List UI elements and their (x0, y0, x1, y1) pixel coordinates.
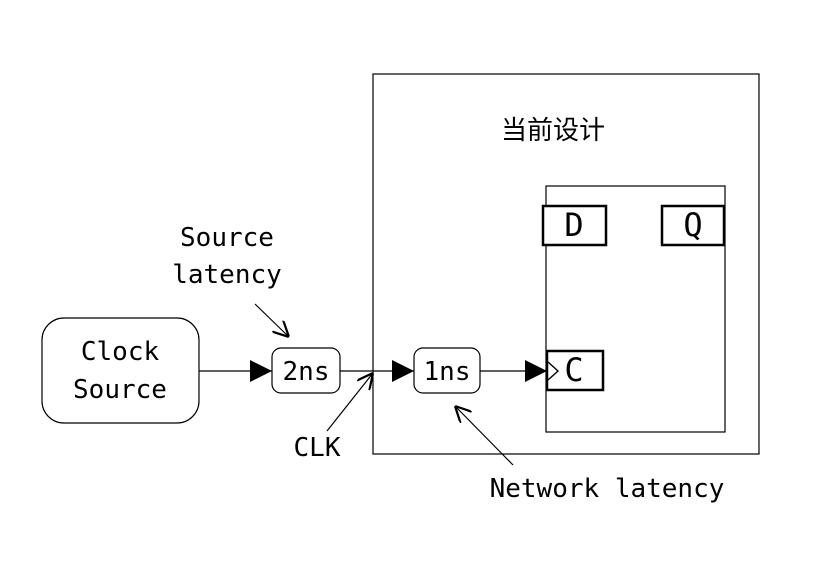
network-latency-label: Network latency (490, 474, 725, 504)
clk-pointer (326, 373, 373, 432)
clk-label: CLK (294, 433, 341, 463)
clock-source-line2: Source (73, 375, 167, 405)
network-latency-value: 1ns (424, 357, 471, 387)
source-latency-pointer (254, 303, 289, 337)
clock-latency-diagram: 当前设计 D Q C Clock Source 2ns 1ns Source l… (41, 73, 760, 504)
source-latency-label-line2: latency (172, 260, 282, 290)
network-latency-pointer (455, 406, 514, 466)
clock-source-box (41, 317, 200, 424)
clock-source-line1: Clock (81, 337, 160, 367)
c-pin-label: C (564, 351, 583, 389)
source-latency-label-line1: Source (180, 223, 274, 253)
d-pin-label: D (564, 206, 583, 244)
design-title: 当前设计 (501, 116, 605, 146)
source-latency-value: 2ns (283, 357, 330, 387)
q-pin-label: Q (683, 206, 702, 244)
